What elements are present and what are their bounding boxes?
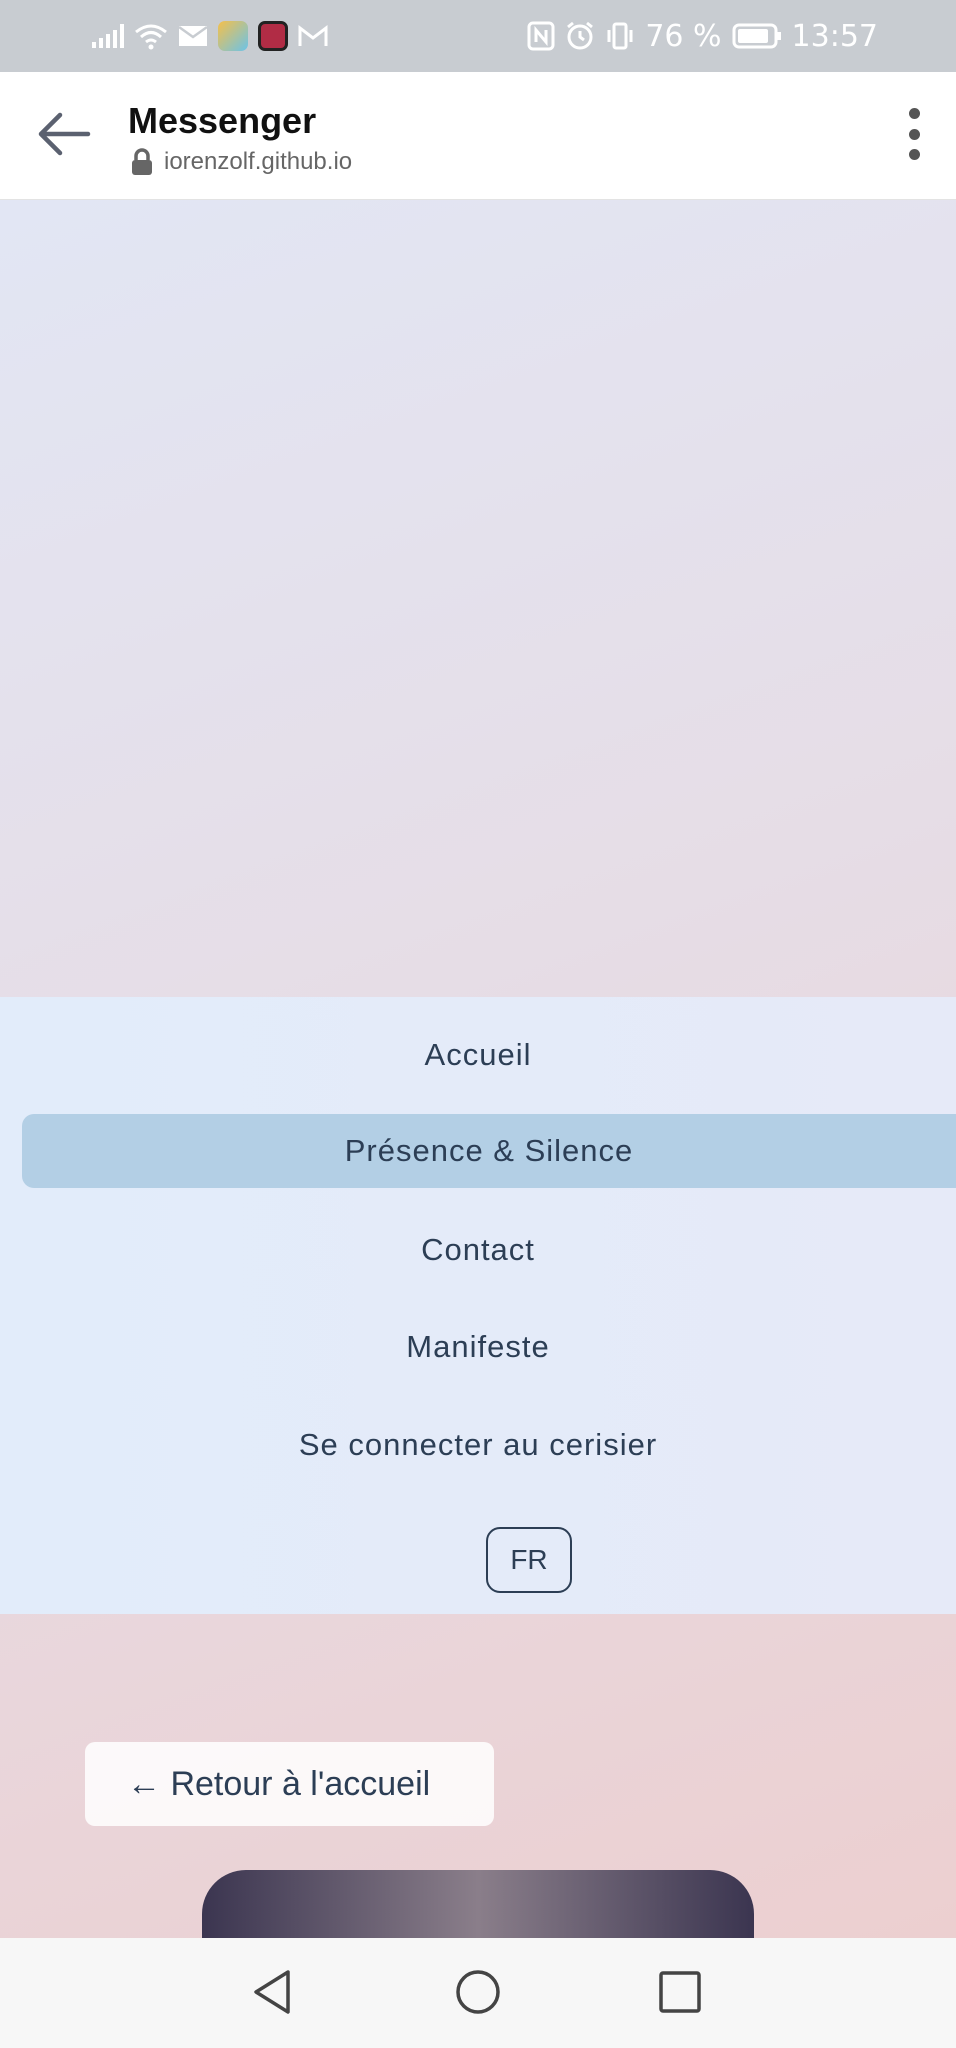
- wifi-icon: [135, 24, 167, 50]
- menu-item-manifeste[interactable]: Manifeste: [0, 1329, 956, 1365]
- url-text: iorenzolf.github.io: [164, 148, 353, 175]
- clock: 13:57: [791, 18, 878, 54]
- nav-menu: Accueil Présence & Silence Contact Manif…: [0, 997, 956, 1614]
- battery-icon: [732, 23, 781, 49]
- gmail-icon: [298, 24, 328, 46]
- nav-back-icon[interactable]: [246, 1964, 302, 2020]
- hero-image: [202, 1870, 754, 1938]
- mail-icon: [178, 25, 208, 46]
- browser-header: Messenger iorenzolf.github.io: [0, 72, 956, 200]
- language-button[interactable]: FR: [486, 1527, 572, 1593]
- status-bar: 76 % 13:57: [0, 0, 956, 72]
- back-home-button[interactable]: ← Retour à l'accueil: [85, 1742, 494, 1826]
- nav-home-icon[interactable]: [450, 1964, 506, 2020]
- back-arrow-icon[interactable]: [32, 102, 96, 166]
- system-nav-bar: [0, 1938, 956, 2048]
- camera-app-icon: [258, 21, 288, 51]
- menu-item-presence-silence[interactable]: Présence & Silence: [22, 1114, 956, 1188]
- cell-signal-icon: [92, 24, 124, 48]
- alarm-icon: [567, 21, 594, 50]
- battery-percent: 76 %: [645, 18, 722, 54]
- golden-sphere-graphic: [202, 1870, 754, 1938]
- lock-icon: [132, 148, 152, 175]
- status-left-icons: [92, 18, 328, 54]
- more-options-icon[interactable]: [902, 102, 926, 166]
- gallery-app-icon: [218, 21, 248, 51]
- vibrate-icon: [607, 22, 633, 50]
- status-right-icons: 76 % 13:57: [527, 14, 878, 58]
- page-title: Messenger: [128, 100, 317, 141]
- nfc-icon: [527, 21, 555, 51]
- menu-item-contact[interactable]: Contact: [0, 1232, 956, 1268]
- nav-recents-icon[interactable]: [652, 1964, 708, 2020]
- url-row: iorenzolf.github.io: [130, 148, 352, 176]
- page-content: Accueil Présence & Silence Contact Manif…: [0, 200, 956, 1938]
- menu-item-accueil[interactable]: Accueil: [0, 1037, 956, 1073]
- menu-item-se-connecter[interactable]: Se connecter au cerisier: [0, 1427, 956, 1463]
